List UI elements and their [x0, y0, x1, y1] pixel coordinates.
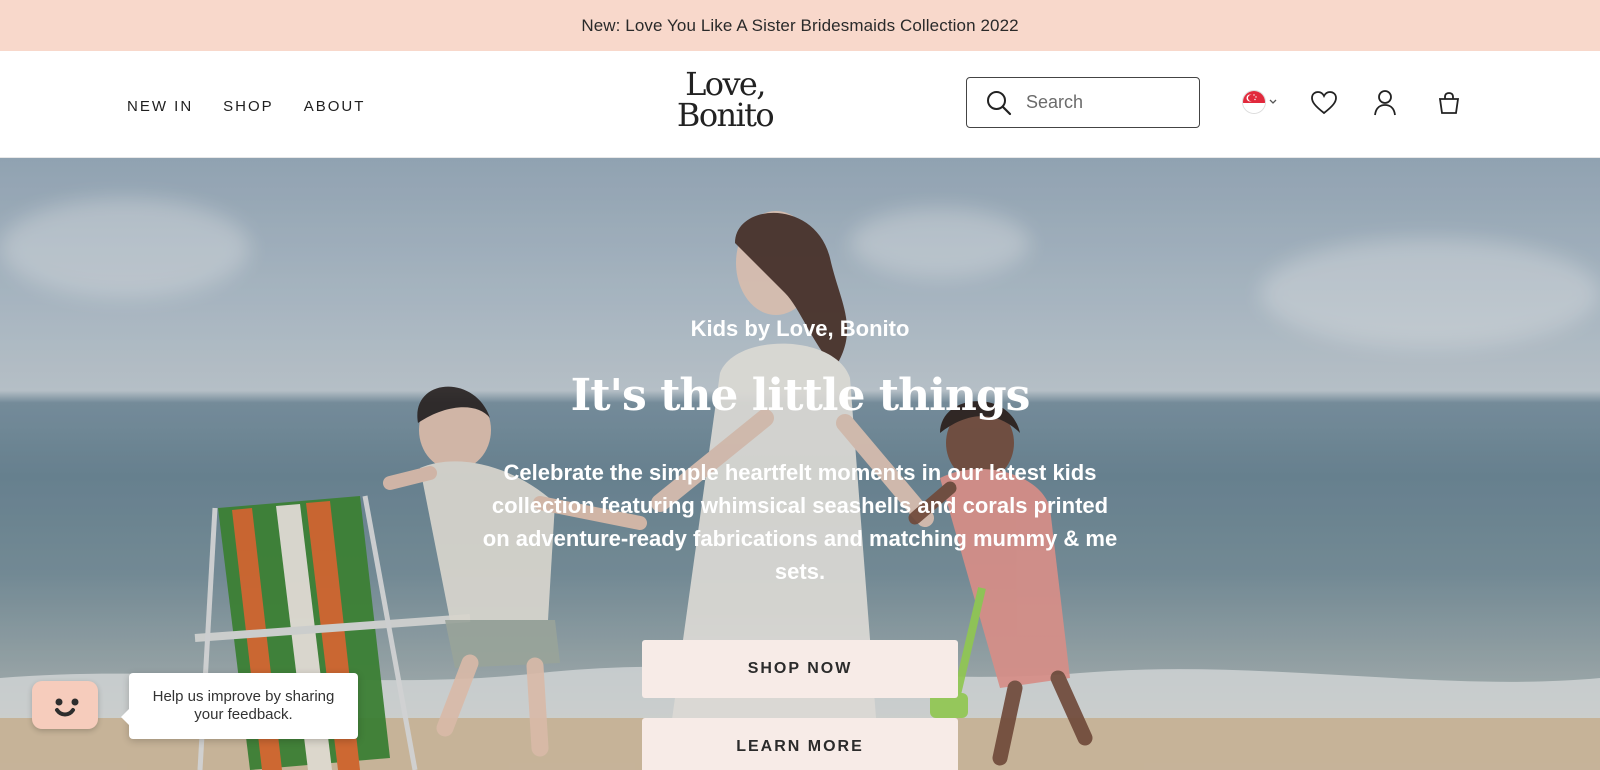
heart-icon[interactable]	[1309, 88, 1339, 118]
announcement-text[interactable]: New: Love You Like A Sister Bridesmaids …	[581, 16, 1018, 36]
feedback-button[interactable]	[32, 681, 98, 729]
feedback-text: Help us improve by sharing your feedback…	[152, 688, 335, 723]
chevron-down-icon	[1269, 99, 1277, 104]
hero-headline: It's the little things	[570, 370, 1031, 421]
user-icon[interactable]	[1370, 88, 1400, 118]
hero-description: Celebrate the simple heartfelt moments i…	[482, 460, 1118, 584]
feedback-prompt[interactable]: Help us improve by sharing your feedback…	[121, 673, 358, 739]
country-selector[interactable]	[1242, 90, 1278, 114]
search-input[interactable]	[1026, 92, 1186, 113]
brand-logo-line-2: Bonito	[676, 96, 775, 134]
smiley-icon	[55, 698, 79, 717]
nav-shop[interactable]: SHOP	[223, 95, 274, 115]
search-box[interactable]	[966, 77, 1200, 128]
main-navigation: NEW IN SHOP ABOUT	[127, 51, 365, 158]
nav-new-in[interactable]: NEW IN	[127, 95, 193, 115]
learn-more-button[interactable]: LEARN MORE	[642, 718, 958, 770]
site-header: NEW IN SHOP ABOUT Love, Bonito	[0, 51, 1600, 158]
announcement-bar[interactable]: New: Love You Like A Sister Bridesmaids …	[0, 0, 1600, 51]
singapore-flag-icon	[1242, 90, 1266, 114]
shop-now-button[interactable]: SHOP NOW	[642, 640, 958, 698]
nav-about[interactable]: ABOUT	[304, 95, 366, 115]
search-icon[interactable]	[985, 89, 1013, 117]
shopping-bag-icon[interactable]	[1434, 88, 1464, 118]
brand-logo[interactable]: Love, Bonito	[660, 68, 790, 137]
hero-eyebrow: Kids by Love, Bonito	[690, 316, 910, 341]
